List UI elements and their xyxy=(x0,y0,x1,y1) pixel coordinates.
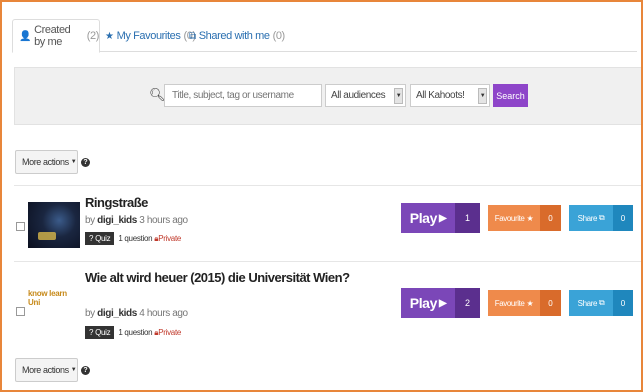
audience-select-value: All audiences xyxy=(331,90,386,101)
favourite-button[interactable]: Favourite ★ 0 xyxy=(488,290,561,316)
kahoot-title[interactable]: Wie alt wird heuer (2015) die Universitä… xyxy=(85,270,350,285)
external-link-icon: ⧉ xyxy=(599,213,605,222)
star-icon: ★ xyxy=(105,30,114,42)
star-icon: ★ xyxy=(526,298,534,308)
favourite-label: Favourite xyxy=(494,213,525,223)
kahoot-title[interactable]: Ringstraße xyxy=(85,195,148,210)
visibility-label: Private xyxy=(158,234,182,243)
star-icon: ★ xyxy=(526,213,534,223)
play-button[interactable]: Play ▶ 1 xyxy=(401,203,480,233)
kahoot-meta: by digi_kids 3 hours ago xyxy=(85,215,188,226)
by-label: by xyxy=(85,215,95,226)
help-icon[interactable]: ? xyxy=(81,366,90,375)
play-label: Play xyxy=(409,210,438,226)
more-actions-button[interactable]: More actions ▼ xyxy=(15,150,78,174)
tab-created-by-me[interactable]: 👤 Created by me (2) xyxy=(12,19,100,53)
share-count: 0 xyxy=(613,205,633,231)
tab-label: My Favourites xyxy=(116,30,181,42)
more-actions-label: More actions xyxy=(22,157,69,167)
chevron-down-icon: ▼ xyxy=(394,88,403,104)
search-input[interactable] xyxy=(164,84,322,107)
kahoot-tags: ? Quiz 1 question 🔒︎ Private xyxy=(85,326,181,339)
kahoot-time: 4 hours ago xyxy=(139,308,188,319)
kahoot-meta: by digi_kids 4 hours ago xyxy=(85,308,188,319)
favourite-count: 0 xyxy=(540,205,561,231)
play-icon: ▶ xyxy=(438,297,447,309)
tab-shared-with-me[interactable]: ⧉ Shared with me (0) xyxy=(189,19,285,53)
play-count: 1 xyxy=(455,203,480,233)
tab-label: Shared with me xyxy=(198,30,270,42)
more-actions-button[interactable]: More actions ▼ xyxy=(15,358,78,382)
caret-down-icon: ▼ xyxy=(70,159,77,165)
quiz-badge-label: Quiz xyxy=(95,328,111,337)
visibility-label: Private xyxy=(158,328,182,337)
play-icon: ▶ xyxy=(438,212,447,224)
external-link-icon: ⧉ xyxy=(599,298,605,307)
share-label: Share xyxy=(577,298,598,308)
search-button[interactable]: Search xyxy=(493,84,528,107)
thumbnail-highlight xyxy=(38,232,56,240)
share-count: 0 xyxy=(613,290,633,316)
kahoot-author[interactable]: digi_kids xyxy=(97,215,137,226)
tab-count: (2) xyxy=(86,30,100,42)
kahoot-row: Ringstraße by digi_kids 3 hours ago ? Qu… xyxy=(14,190,641,260)
audience-select[interactable]: All audiences ▼ xyxy=(325,84,406,107)
row-checkbox[interactable] xyxy=(16,307,25,316)
search-panel: 🔍︎ All audiences ▼ All Kahoots! ▼ Search xyxy=(14,67,641,125)
help-icon[interactable]: ? xyxy=(81,158,90,167)
favourite-button[interactable]: Favourite ★ 0 xyxy=(488,205,561,231)
user-icon: 👤 xyxy=(19,30,32,42)
kahoot-type-select-value: All Kahoots! xyxy=(416,90,465,101)
kahoot-thumbnail[interactable]: know learn Uni xyxy=(28,284,80,312)
divider xyxy=(14,261,641,262)
play-count: 2 xyxy=(455,288,480,318)
kahoot-tags: ? Quiz 1 question 🔒︎ Private xyxy=(85,232,181,245)
question-count: 1 question xyxy=(118,328,153,337)
tab-bar: 👤 Created by me (2) ★ My Favourites (0) … xyxy=(12,14,637,53)
kahoot-row: know learn Uni Wie alt wird heuer (2015)… xyxy=(14,264,641,344)
play-label: Play xyxy=(409,295,438,311)
thumbnail-logo-text: know learn Uni xyxy=(28,289,67,307)
quiz-badge: ? Quiz xyxy=(85,232,115,245)
chevron-down-icon: ▼ xyxy=(478,88,487,104)
quiz-badge-label: Quiz xyxy=(95,234,111,243)
kahoot-thumbnail[interactable] xyxy=(28,202,80,248)
share-label: Share xyxy=(577,213,598,223)
tab-count: (0) xyxy=(272,30,286,42)
share-button[interactable]: Share ⧉ 0 xyxy=(569,205,633,231)
by-label: by xyxy=(85,308,95,319)
row-checkbox[interactable] xyxy=(16,222,25,231)
kahoot-type-select[interactable]: All Kahoots! ▼ xyxy=(410,84,490,107)
question-count: 1 question xyxy=(118,234,153,243)
favourite-count: 0 xyxy=(540,290,561,316)
tab-label: Created by me xyxy=(34,24,71,48)
share-icon: ⧉ xyxy=(189,30,196,42)
kahoot-author[interactable]: digi_kids xyxy=(97,308,137,319)
share-button[interactable]: Share ⧉ 0 xyxy=(569,290,633,316)
quiz-badge: ? Quiz xyxy=(85,326,115,339)
kahoot-dashboard: 👤 Created by me (2) ★ My Favourites (0) … xyxy=(0,0,643,392)
favourite-label: Favourite xyxy=(494,298,525,308)
play-button[interactable]: Play ▶ 2 xyxy=(401,288,480,318)
caret-down-icon: ▼ xyxy=(70,367,77,373)
kahoot-time: 3 hours ago xyxy=(139,215,188,226)
tab-my-favourites[interactable]: ★ My Favourites (0) xyxy=(105,19,196,53)
more-actions-label: More actions xyxy=(22,365,69,375)
divider xyxy=(14,185,641,186)
